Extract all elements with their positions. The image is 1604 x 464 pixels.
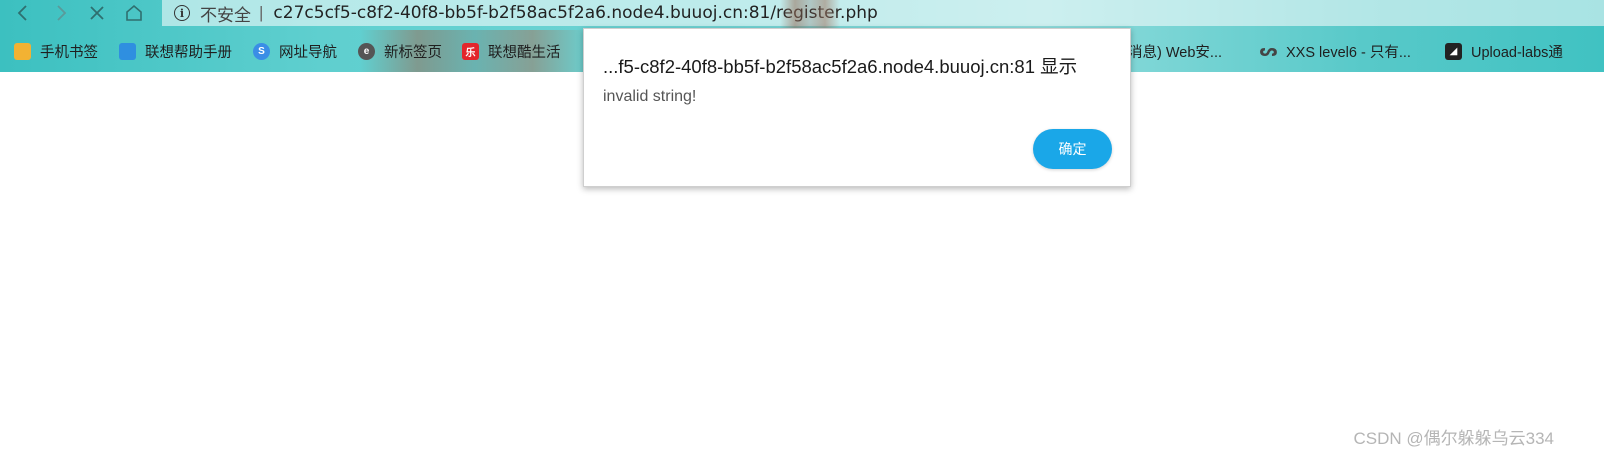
bookmark-label: Upload-labs通 — [1471, 44, 1563, 61]
csdn-watermark: CSDN @偶尔躲躲乌云334 — [1353, 429, 1554, 448]
bookmark-item[interactable]: 消息) Web安... — [1128, 36, 1222, 66]
forward-arrow-icon — [57, 5, 67, 21]
bookmark-item[interactable]: ◢ Upload-labs通 — [1445, 36, 1563, 66]
web-navigation-icon: S — [253, 42, 270, 60]
forward-button[interactable] — [44, 0, 78, 26]
bookmark-label: 联想酷生活 — [488, 44, 561, 61]
bookmark-item[interactable]: ᔕ XXS level6 - 只有... — [1259, 36, 1411, 66]
home-button[interactable] — [117, 0, 151, 26]
site-info-icon[interactable]: i — [174, 5, 190, 21]
home-icon — [126, 4, 142, 21]
alert-dialog: ...f5-c8f2-40f8-bb5f-b2f58ac5f2a6.node4.… — [583, 28, 1131, 187]
bookmark-item[interactable]: 手机书签 — [14, 36, 98, 66]
tab-thumbnail-blur-top — [780, 0, 840, 30]
dialog-title: ...f5-c8f2-40f8-bb5f-b2f58ac5f2a6.node4.… — [603, 56, 1078, 77]
stop-loading-button[interactable] — [80, 0, 114, 26]
bookmark-label: 手机书签 — [40, 44, 98, 61]
bookmark-label: 联想帮助手册 — [145, 44, 232, 61]
new-tab-icon: e — [358, 42, 375, 60]
lenovo-cool-life-icon: 乐 — [462, 42, 479, 60]
xxs-level-icon: ᔕ — [1259, 43, 1278, 60]
ok-button[interactable]: 确定 — [1033, 129, 1112, 169]
address-bar[interactable]: i 不安全 | c27c5cf5-c8f2-40f8-bb5f-b2f58ac5… — [162, 0, 1604, 26]
upload-labs-icon: ◢ — [1445, 42, 1462, 60]
back-arrow-icon — [17, 5, 27, 21]
bookmark-label: XXS level6 - 只有... — [1286, 44, 1411, 61]
dialog-message: invalid string! — [603, 88, 697, 105]
bookmark-label: 消息) Web安... — [1128, 44, 1222, 61]
close-icon — [90, 6, 104, 20]
lenovo-manual-icon — [119, 42, 136, 60]
bookmark-label: 网址导航 — [279, 44, 337, 61]
bookmark-label: 新标签页 — [384, 44, 442, 61]
security-status-label[interactable]: 不安全 — [200, 1, 251, 26]
address-separator: | — [259, 3, 264, 22]
bookmark-item[interactable]: S 网址导航 — [253, 36, 337, 66]
phone-bookmark-icon — [14, 42, 31, 60]
bookmark-item[interactable]: 联想帮助手册 — [119, 36, 232, 66]
bookmark-item[interactable]: e 新标签页 — [358, 36, 442, 66]
bookmark-item[interactable]: 乐 联想酷生活 — [462, 36, 561, 66]
back-button[interactable] — [6, 0, 40, 26]
